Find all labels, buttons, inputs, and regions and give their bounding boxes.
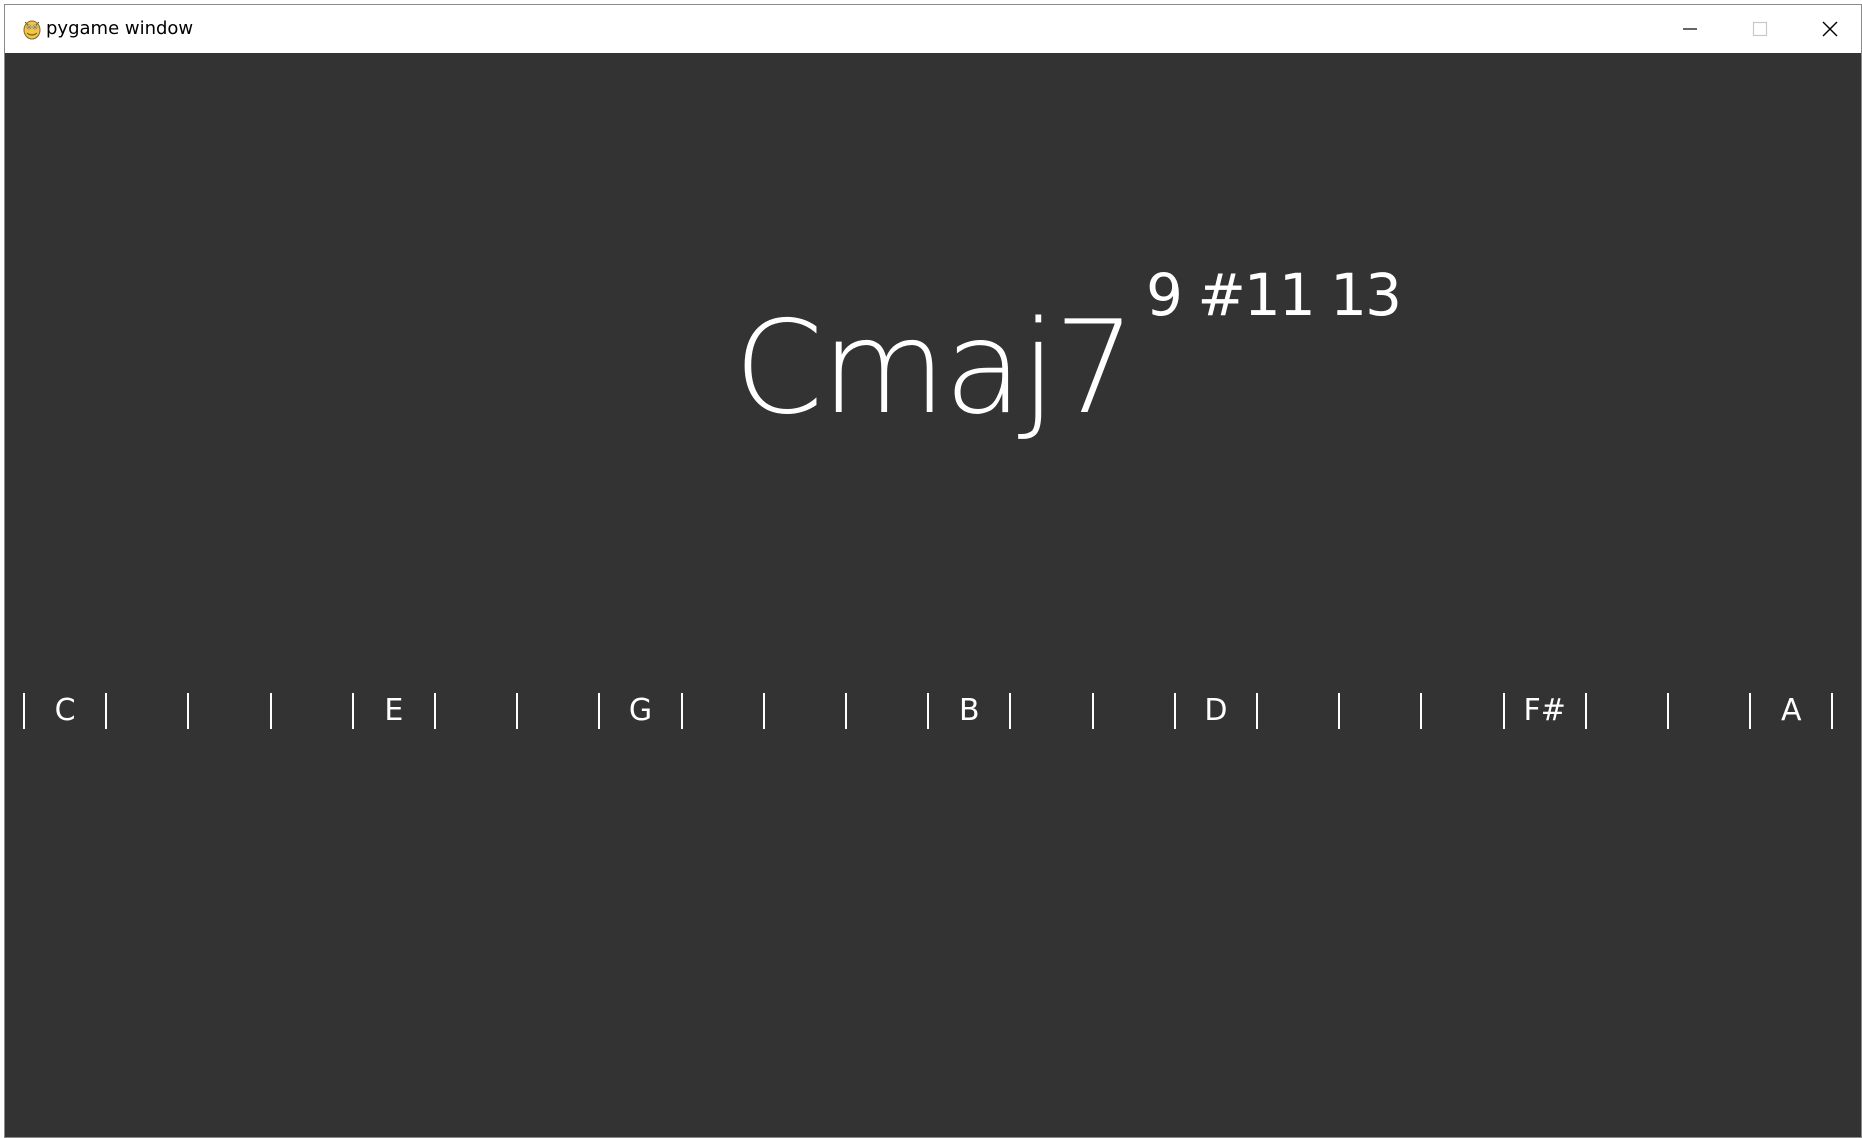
note-cell: F# <box>1502 681 1585 741</box>
strip-end-divider <box>1831 693 1834 729</box>
note-divider <box>1009 693 1012 729</box>
note-label: A <box>1781 693 1802 728</box>
note-label: C <box>54 693 76 728</box>
note-cell <box>187 681 269 741</box>
close-icon <box>1822 21 1838 37</box>
note-divider <box>269 693 272 729</box>
maximize-icon <box>1752 21 1768 37</box>
note-cell <box>1091 681 1174 741</box>
note-cell <box>1338 681 1420 741</box>
note-divider <box>1091 693 1094 729</box>
note-cell <box>1667 681 1749 741</box>
note-cell <box>1420 681 1502 741</box>
note-cell <box>762 681 845 741</box>
note-cell: D <box>1173 681 1256 741</box>
note-label: E <box>384 693 404 728</box>
note-divider <box>187 693 190 729</box>
chord-name: Cmaj7 <box>734 294 1135 443</box>
note-divider <box>105 693 108 729</box>
note-cell <box>269 681 352 741</box>
game-canvas[interactable]: Cmaj7 9 #11 13 C E G B D F# A <box>5 53 1861 1137</box>
note-divider <box>845 693 847 729</box>
note-divider <box>1256 693 1258 729</box>
minimize-button[interactable] <box>1655 5 1725 53</box>
pygame-window: pygame window Cmaj7 9 #11 13 C E G B D F# A <box>4 4 1862 1138</box>
note-divider <box>1420 693 1423 729</box>
note-cell: B <box>927 681 1009 741</box>
note-label: G <box>628 693 653 728</box>
maximize-button[interactable] <box>1725 5 1795 53</box>
note-cell <box>434 681 516 741</box>
note-cell: G <box>598 681 680 741</box>
note-divider <box>680 693 683 729</box>
note-cell: E <box>351 681 434 741</box>
note-cell: C <box>23 681 105 741</box>
note-divider <box>1584 693 1587 729</box>
close-button[interactable] <box>1795 5 1861 53</box>
note-cell <box>1584 681 1667 741</box>
note-divider <box>1667 693 1669 729</box>
chord-extensions: 9 #11 13 <box>1146 261 1402 329</box>
note-divider <box>516 693 519 729</box>
note-label: B <box>958 693 980 728</box>
note-cell <box>845 681 927 741</box>
note-cell <box>1009 681 1091 741</box>
note-cell <box>680 681 763 741</box>
note-cell <box>105 681 187 741</box>
note-label: D <box>1204 693 1228 728</box>
title-bar[interactable]: pygame window <box>5 5 1861 53</box>
note-label: F# <box>1523 693 1566 728</box>
pygame-snake-icon <box>23 20 41 40</box>
minimize-icon <box>1683 28 1697 30</box>
note-divider <box>1338 693 1341 729</box>
note-divider <box>434 693 436 729</box>
note-strip: C E G B D F# A <box>5 681 1861 741</box>
note-cell <box>516 681 598 741</box>
note-divider <box>762 693 765 729</box>
note-cell <box>1256 681 1338 741</box>
note-cell: A <box>1749 681 1831 741</box>
window-title: pygame window <box>46 18 194 39</box>
